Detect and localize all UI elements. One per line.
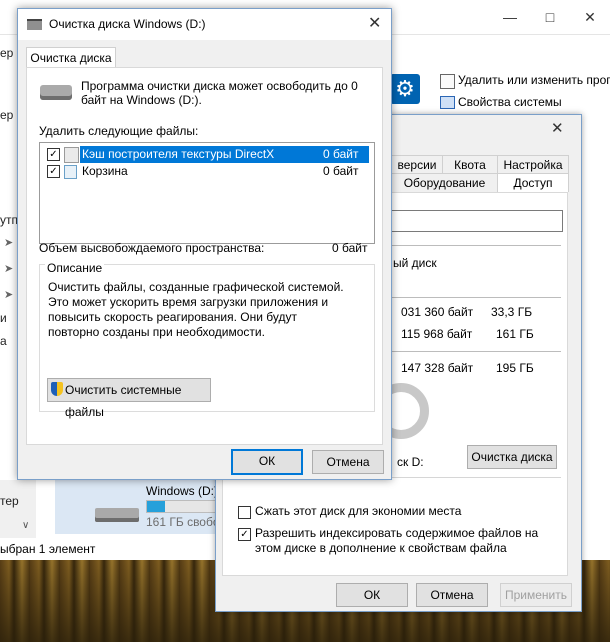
- minimize-icon[interactable]: —: [490, 2, 530, 32]
- status-bar: ыбран 1 элемент: [0, 538, 220, 560]
- ok-button[interactable]: ОК: [336, 583, 408, 607]
- list-item[interactable]: ✓ Корзина 0 байт: [43, 163, 369, 180]
- description-label: Описание: [45, 261, 105, 275]
- free-gb: 161 ГБ: [496, 327, 534, 341]
- drive-icon: [95, 508, 139, 522]
- maximize-icon[interactable]: □: [530, 2, 570, 32]
- total-bytes: 147 328 байт: [401, 361, 474, 375]
- uac-shield-icon: [51, 382, 63, 396]
- separator: [391, 245, 561, 246]
- nav-fragment[interactable]: а: [0, 334, 7, 348]
- cancel-button[interactable]: Отмена: [416, 583, 488, 607]
- total-gb: 195 ГБ: [496, 361, 534, 375]
- disk-type: ый диск: [393, 256, 437, 270]
- pin-icon: ➤: [4, 263, 14, 275]
- close-icon[interactable]: ✕: [570, 2, 610, 32]
- apply-button[interactable]: Применить: [500, 583, 572, 607]
- drive-usage-fill: [147, 501, 165, 512]
- file-checkbox[interactable]: ✓: [47, 165, 60, 178]
- tab-settings[interactable]: Настройка: [497, 155, 569, 174]
- clean-system-files-button[interactable]: Очистить системные файлы: [47, 378, 211, 419]
- index-checkbox[interactable]: ✓: [238, 528, 251, 541]
- drive-icon: [40, 85, 72, 100]
- close-icon[interactable]: ✕: [551, 119, 564, 137]
- used-bytes: 031 360 байт: [401, 305, 474, 319]
- dialog-title: Очистка диска Windows (D:): [49, 17, 206, 31]
- pin-icon: ➤: [4, 237, 14, 249]
- space-label: Объем высвобождаемого пространства:: [39, 241, 265, 255]
- disk-cleanup-button[interactable]: Очистка диска: [467, 445, 557, 469]
- file-size: 0 байт: [316, 146, 369, 163]
- compress-checkbox[interactable]: [238, 506, 251, 519]
- separator: [391, 297, 561, 298]
- description-text: Очистить файлы, созданные графической си…: [48, 280, 344, 339]
- tab-quota[interactable]: Квота: [442, 155, 498, 174]
- list-item[interactable]: ✓ Кэш построителя текстуры DirectX 0 бай…: [43, 146, 369, 163]
- tab-disk-cleanup[interactable]: Очистка диска: [26, 47, 116, 68]
- system-properties-icon: [440, 96, 455, 109]
- used-gb: 33,3 ГБ: [491, 305, 533, 319]
- nav-fragment[interactable]: ер: [0, 108, 13, 122]
- free-bytes: 115 968 байт: [401, 327, 473, 341]
- scroll-down-icon[interactable]: ∨: [22, 520, 29, 531]
- file-checkbox[interactable]: ✓: [47, 148, 60, 161]
- file-list[interactable]: ✓ Кэш построителя текстуры DirectX 0 бай…: [39, 142, 375, 244]
- tab-versions[interactable]: версии: [391, 155, 443, 174]
- cleanup-app-icon: [27, 19, 42, 30]
- file-name: Кэш построителя текстуры DirectX: [80, 146, 316, 163]
- nav-fragment[interactable]: утп: [0, 213, 18, 227]
- pin-icon: ➤: [4, 289, 14, 301]
- file-size: 0 байт: [323, 164, 359, 178]
- compress-label: Сжать этот диск для экономии места: [255, 504, 462, 518]
- file-name: Корзина: [82, 164, 128, 178]
- drive-name: Windows (D:): [146, 484, 219, 498]
- drive-usage-bar: [146, 500, 218, 513]
- recycle-bin-icon: [64, 165, 77, 179]
- volume-label-input[interactable]: [391, 210, 563, 232]
- file-icon: [64, 147, 79, 163]
- ribbon-system-properties[interactable]: Свойства системы: [458, 92, 562, 112]
- nav-fragment[interactable]: ер: [0, 46, 13, 60]
- cancel-button[interactable]: Отмена: [312, 450, 384, 474]
- nav-fragment[interactable]: и: [0, 311, 7, 325]
- space-value: 0 байт: [332, 241, 368, 255]
- disk-caption: ск D:: [397, 455, 424, 469]
- intro-text: Программа очистки диска может освободить…: [81, 79, 358, 107]
- ribbon-uninstall[interactable]: Удалить или изменить прогр: [458, 70, 610, 90]
- tab-hardware[interactable]: Оборудование: [391, 173, 498, 192]
- settings-gear-icon[interactable]: ⚙: [390, 74, 420, 104]
- drive-free-space: 161 ГБ свобо: [146, 515, 220, 529]
- disk-cleanup-dialog: Очистка диска Windows (D:) ✕ Очистка дис…: [17, 8, 392, 480]
- index-label: Разрешить индексировать содержимое файло…: [255, 526, 539, 555]
- nav-scroll-area: [0, 480, 36, 540]
- uninstall-icon: [440, 74, 455, 89]
- clean-system-files-label: Очистить системные файлы: [65, 383, 182, 419]
- separator: [391, 351, 561, 352]
- close-icon[interactable]: ✕: [368, 13, 381, 33]
- tab-sharing[interactable]: Доступ: [497, 173, 569, 192]
- nav-footer[interactable]: тер: [0, 494, 19, 508]
- ok-button[interactable]: ОК: [231, 449, 303, 475]
- delete-label: Удалить следующие файлы:: [39, 124, 199, 138]
